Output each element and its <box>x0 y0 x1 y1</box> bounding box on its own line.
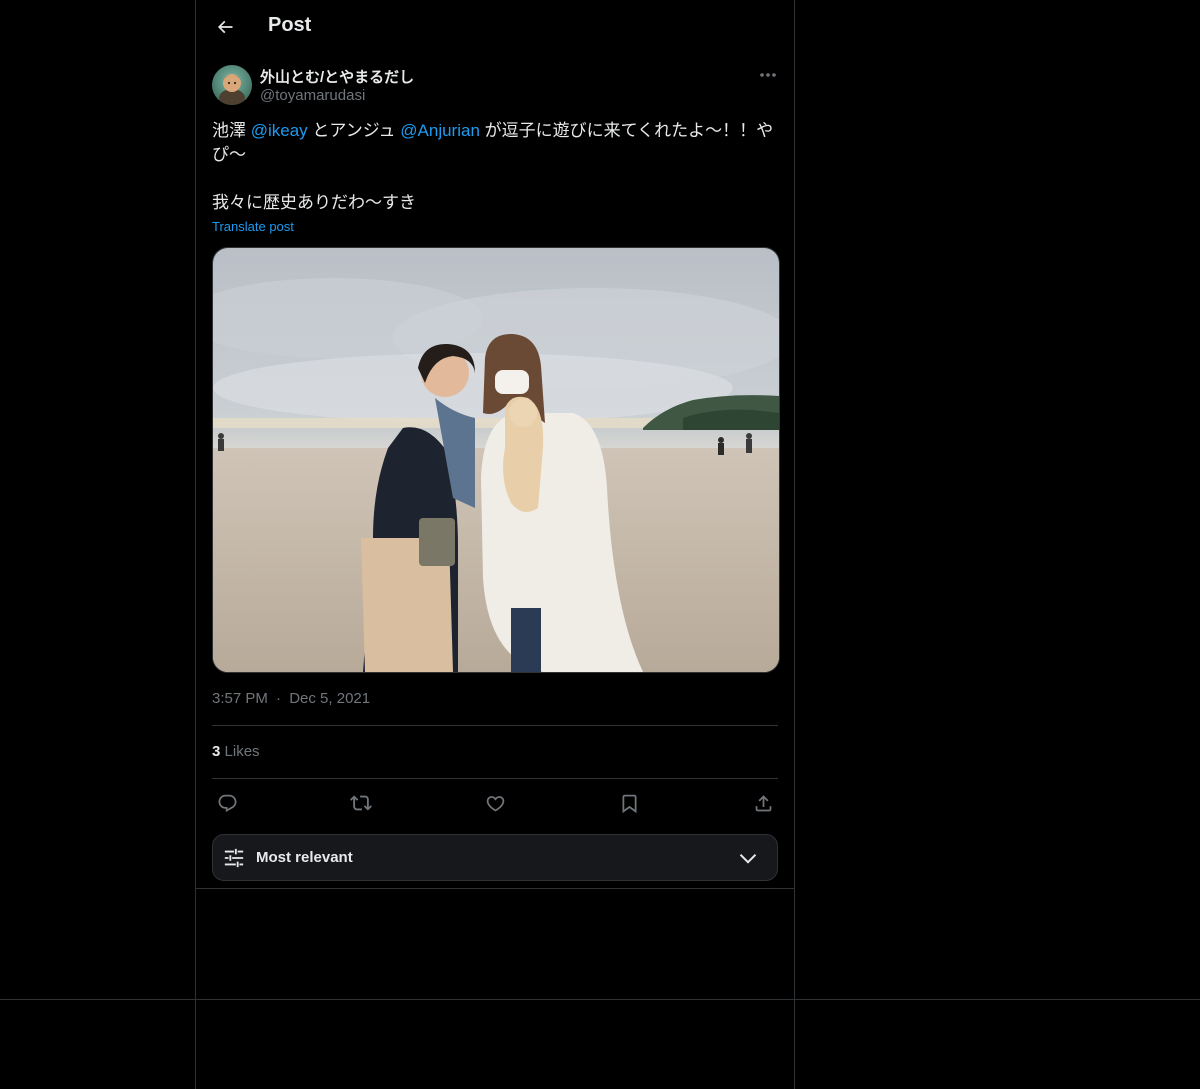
bookmark-button[interactable] <box>614 789 644 817</box>
post-text-segment: とアンジュ <box>307 121 401 140</box>
post-timestamp: 3:57 PM · Dec 5, 2021 <box>212 690 370 707</box>
bookmark-icon <box>622 794 636 813</box>
post-date[interactable]: Dec 5, 2021 <box>289 690 370 707</box>
top-bar: Post <box>196 0 794 53</box>
timestamp-separator: · <box>276 690 282 707</box>
stats-top-divider <box>212 725 778 726</box>
share-button[interactable] <box>748 789 778 817</box>
sliders-icon <box>224 848 244 868</box>
mention-anjurian[interactable]: @Anjurian <box>400 121 480 140</box>
sort-label: Most relevant <box>256 849 353 866</box>
repost-icon <box>350 795 372 811</box>
column-left-border <box>195 0 196 1089</box>
mention-ikeay[interactable]: @ikeay <box>251 121 308 140</box>
avatar[interactable] <box>212 65 252 105</box>
share-icon <box>755 794 771 811</box>
post-text: 池澤 @ikeay とアンジュ @Anjurian が逗子に遊びに来てくれたよ〜… <box>212 119 778 215</box>
reply-sort-dropdown[interactable]: Most relevant <box>212 834 778 881</box>
author-display-name[interactable]: 外山とむ/とやまるだし <box>260 66 414 87</box>
repost-button[interactable] <box>346 789 376 817</box>
translate-post-link[interactable]: Translate post <box>212 219 294 234</box>
more-icon <box>760 73 776 77</box>
thread-bottom-divider <box>196 888 794 889</box>
post-time[interactable]: 3:57 PM <box>212 690 268 707</box>
back-button[interactable] <box>208 10 242 44</box>
chevron-down-icon <box>739 853 757 864</box>
beach-photo-image <box>213 248 779 672</box>
stats-bottom-divider <box>212 778 778 779</box>
avatar-image <box>212 65 252 105</box>
post-text-segment: 池澤 <box>212 121 251 140</box>
more-button[interactable] <box>756 64 780 86</box>
reply-icon <box>218 794 236 812</box>
post-text-line-1: 池澤 @ikeay とアンジュ @Anjurian が逗子に遊びに来てくれたよ〜… <box>212 119 778 167</box>
author-handle[interactable]: @toyamarudasi <box>260 87 365 104</box>
back-arrow-icon <box>217 20 233 34</box>
post-text-line-2: 我々に歴史ありだわ〜すき <box>212 193 416 212</box>
like-icon <box>486 795 504 812</box>
reply-button[interactable] <box>212 789 242 817</box>
like-button[interactable] <box>480 789 510 817</box>
likes-label: Likes <box>224 743 260 760</box>
bottom-divider <box>0 999 1200 1000</box>
page-title: Post <box>268 14 312 36</box>
column-right-border <box>794 0 795 1089</box>
likes-count: 3 <box>212 743 221 760</box>
likes-stat[interactable]: 3 Likes <box>212 743 260 760</box>
post-photo[interactable] <box>212 247 780 673</box>
